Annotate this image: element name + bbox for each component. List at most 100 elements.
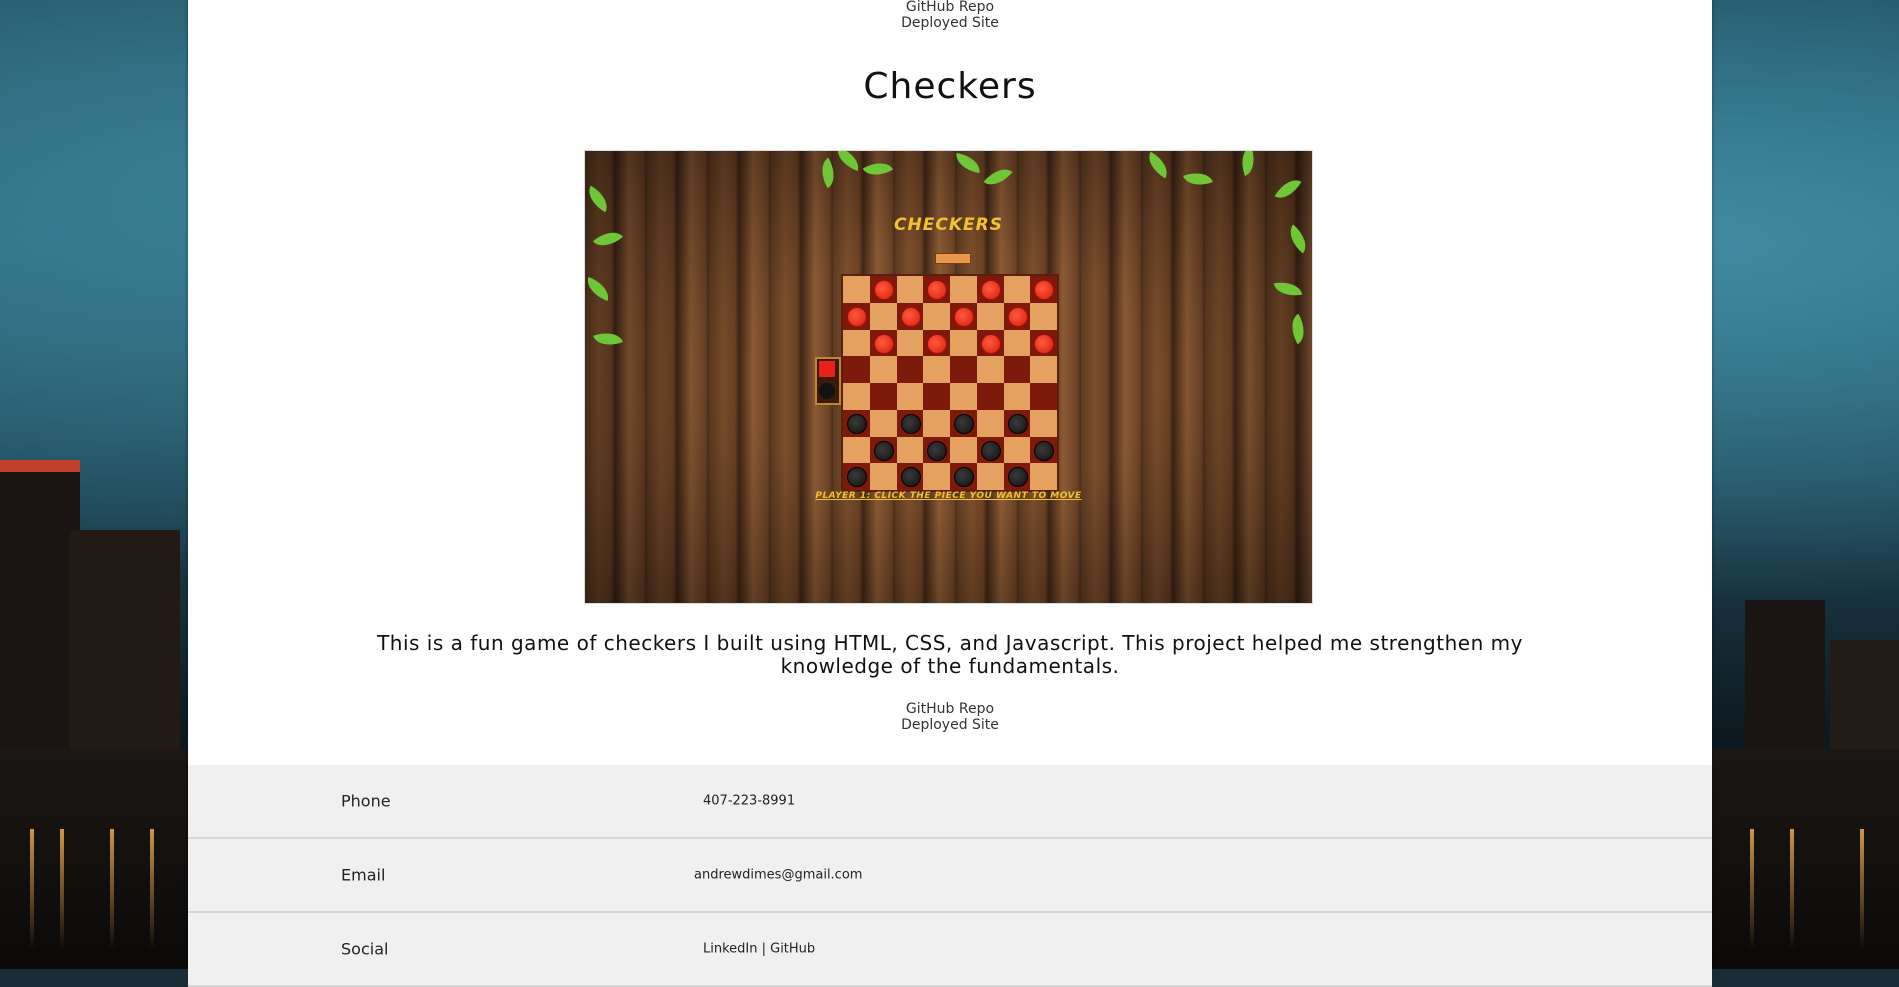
board-square [1003,329,1031,357]
checkers-board [841,274,1059,492]
board-square [843,302,870,330]
board-square [950,436,977,464]
board-square [896,409,924,437]
board-square [896,383,924,410]
board-square [843,463,870,490]
board-square [923,329,950,357]
board-square [869,356,897,383]
board-square [1030,383,1057,410]
board-square [896,276,924,303]
board-square [843,356,870,383]
board-square [976,409,1004,437]
board-square [1003,463,1031,490]
board-square [1003,409,1031,437]
board-square [950,356,977,383]
board-square [896,302,924,330]
board-square [843,409,870,437]
red-piece [927,333,948,354]
red-piece [980,280,1001,300]
board-square [843,436,870,464]
red-piece [873,280,894,300]
board-square [976,463,1004,490]
board-square [869,329,897,357]
black-piece [1007,467,1028,488]
black-piece [1007,413,1028,434]
contact-row-social: Social LinkedIn | GitHub [188,913,1712,987]
portfolio-content: GitHub Repo Deployed Site Checkers CHECK… [188,0,1712,987]
black-piece [873,440,894,461]
contact-label: Phone [341,791,391,811]
board-square [869,463,897,490]
black-piece [927,440,948,461]
red-piece [980,333,1001,354]
board-square [923,276,950,303]
black-piece [954,413,974,434]
board-square [896,463,924,490]
email-value[interactable]: andrewdimes@gmail.com [694,868,862,883]
contact-label: Social [341,939,389,959]
red-piece [1007,306,1028,327]
red-piece [847,306,867,327]
contact-row-phone: Phone 407-223-8991 [188,765,1712,839]
board-square [869,383,897,410]
board-square [976,383,1004,410]
project-links: GitHub Repo Deployed Site [188,701,1712,733]
board-square [950,383,977,410]
board-square [1003,276,1031,303]
board-square [896,436,924,464]
deployed-site-link[interactable]: Deployed Site [188,15,1712,31]
board-square [923,302,950,330]
board-square [1030,463,1057,490]
deployed-site-link[interactable]: Deployed Site [188,717,1712,733]
previous-project-links: GitHub Repo Deployed Site [188,0,1712,31]
board-square [976,356,1004,383]
github-repo-link[interactable]: GitHub Repo [188,701,1712,717]
social-links[interactable]: LinkedIn | GitHub [703,942,815,957]
board-square [896,356,924,383]
black-piece [847,467,867,488]
board-square [976,302,1004,330]
contact-table: Phone 407-223-8991 Email andrewdimes@gma… [188,765,1712,987]
project-title: Checkers [863,66,1037,107]
black-piece [900,413,921,434]
board-square [1030,436,1057,464]
board-square [843,383,870,410]
black-piece [1034,440,1055,461]
board-square [923,463,950,490]
black-piece [847,413,867,434]
red-piece [927,280,948,300]
board-square [976,276,1004,303]
board-square [950,409,977,437]
red-piece [954,306,974,327]
board-square [976,436,1004,464]
board-square [950,329,977,357]
black-piece [954,467,974,488]
board-square [1030,329,1057,357]
board-square [1003,436,1031,464]
board-square [843,276,870,303]
game-title: CHECKERS [894,215,1003,235]
board-square [1003,356,1031,383]
board-square [1030,276,1057,303]
turn-indicator [815,357,841,405]
black-piece [980,440,1001,461]
red-piece [900,306,921,327]
red-piece [1034,280,1055,300]
board-square [1003,383,1031,410]
board-square [1030,409,1057,437]
board-square [976,329,1004,357]
board-square [923,436,950,464]
game-reset-button [935,253,971,264]
project-description: This is a fun game of checkers I built u… [377,631,1523,678]
board-square [1003,302,1031,330]
board-square [950,302,977,330]
github-repo-link[interactable]: GitHub Repo [188,0,1712,15]
board-square [1030,356,1057,383]
board-square [869,276,897,303]
red-piece [1034,333,1055,354]
board-square [923,383,950,410]
board-square [923,356,950,383]
phone-value[interactable]: 407-223-8991 [703,794,795,809]
contact-label: Email [341,865,386,885]
board-square [1030,302,1057,330]
